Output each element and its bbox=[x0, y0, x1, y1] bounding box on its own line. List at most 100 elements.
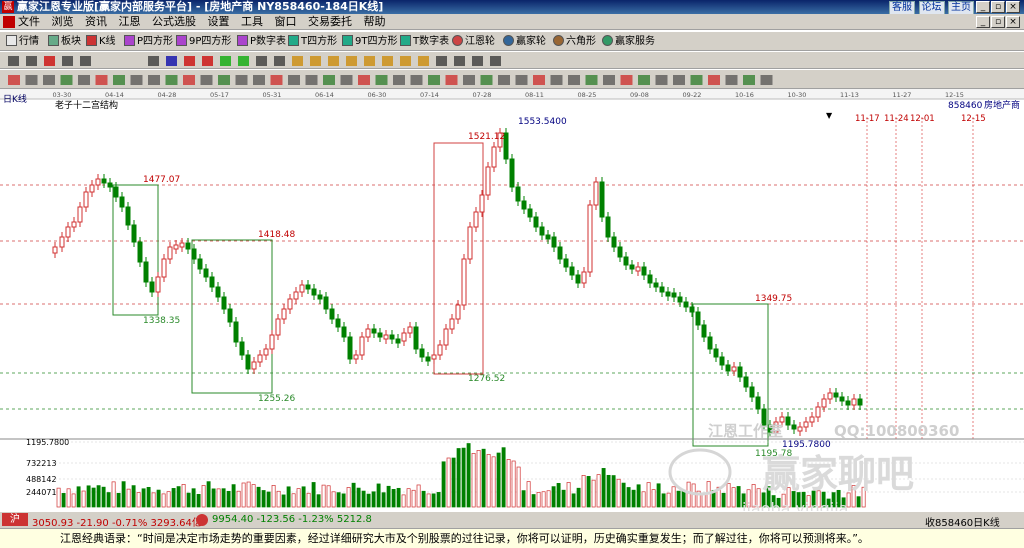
volume-bar bbox=[726, 483, 731, 508]
candle-body bbox=[287, 298, 293, 310]
period-label: 日K线 bbox=[3, 93, 27, 105]
period-tool-icon bbox=[274, 56, 285, 66]
volume-bar bbox=[301, 486, 306, 508]
candle-body bbox=[683, 301, 689, 308]
volume-bar bbox=[276, 490, 281, 508]
volume-bar bbox=[691, 483, 696, 508]
drawing-tool-icon bbox=[550, 75, 563, 85]
volume-bar bbox=[656, 483, 661, 508]
date-tick-label: 12-15 bbox=[945, 91, 964, 99]
volume-bar bbox=[91, 487, 96, 508]
volume-bar bbox=[141, 488, 146, 508]
candle-body bbox=[335, 318, 341, 328]
candle-body bbox=[251, 361, 257, 370]
menu-browse[interactable]: 浏览 bbox=[52, 15, 74, 29]
period-tool-icon bbox=[44, 56, 55, 66]
volume-bar bbox=[271, 485, 276, 508]
date-tick-label: 09-08 bbox=[630, 91, 649, 99]
volume-bar bbox=[71, 493, 76, 508]
tb-winner-wheel-button[interactable]: 赢家轮 bbox=[503, 34, 546, 49]
drawing-toolbar-icons[interactable] bbox=[0, 70, 1024, 90]
candle-body bbox=[395, 338, 401, 344]
kline-chart-area[interactable]: 03-30 04-14 04-28 05-17 05-31 06-14 06-30 07-14… bbox=[0, 89, 1024, 518]
9t-square-icon bbox=[342, 35, 353, 46]
candle-body bbox=[671, 292, 677, 298]
tb-sector-button[interactable]: 板块 bbox=[48, 34, 81, 49]
volume-bar bbox=[351, 482, 356, 508]
shanghai-index-icon[interactable]: 沪 bbox=[2, 513, 28, 526]
t-number-table-icon bbox=[400, 35, 411, 46]
candle-body bbox=[239, 341, 245, 356]
menu-settings[interactable]: 设置 bbox=[208, 15, 230, 29]
period-tool-icon bbox=[8, 56, 19, 66]
shenzhen-index-icon[interactable] bbox=[196, 514, 208, 526]
tb-p-square-button[interactable]: P四方形 bbox=[124, 34, 173, 49]
volume-bar bbox=[191, 488, 196, 508]
child-close-button[interactable]: × bbox=[1006, 16, 1020, 28]
volume-bar bbox=[161, 493, 166, 508]
volume-bar bbox=[131, 485, 136, 508]
menu-trade[interactable]: 交易委托 bbox=[308, 15, 352, 29]
volume-bar bbox=[261, 490, 266, 508]
candle-body bbox=[305, 284, 311, 290]
volume-bar bbox=[111, 481, 116, 508]
menu-gann[interactable]: 江恩 bbox=[119, 15, 141, 29]
volume-bar bbox=[396, 487, 401, 508]
tb-t-square-button[interactable]: T四方形 bbox=[288, 34, 337, 49]
candle-body bbox=[725, 364, 731, 372]
candle-body bbox=[203, 268, 209, 278]
tb-quotes-button[interactable]: 行情 bbox=[6, 34, 39, 49]
restore-button[interactable]: ▫ bbox=[991, 1, 1005, 13]
candle-body bbox=[617, 246, 623, 258]
candle-body bbox=[797, 426, 803, 432]
drawing-tool-icon bbox=[235, 75, 248, 85]
close-button[interactable]: × bbox=[1006, 1, 1020, 13]
kline-icon bbox=[86, 35, 97, 46]
tb-9t-square-button[interactable]: 9T四方形 bbox=[342, 34, 397, 49]
candle-body bbox=[107, 182, 113, 188]
menu-help[interactable]: 帮助 bbox=[364, 15, 386, 29]
tb-winner-service-button[interactable]: 赢家服务 bbox=[602, 34, 655, 49]
tb-p-number-table-button[interactable]: P数字表 bbox=[237, 34, 286, 49]
tb-hexagon-button[interactable]: 六角形 bbox=[553, 34, 596, 49]
date-tick-label: 04-14 bbox=[105, 91, 124, 99]
gann-wheel-icon bbox=[452, 35, 463, 46]
service-link[interactable]: 客服 bbox=[889, 1, 915, 15]
period-toolbar-icons[interactable] bbox=[0, 52, 1024, 70]
child-minimize-button[interactable]: _ bbox=[976, 16, 990, 28]
volume-bar bbox=[546, 490, 551, 508]
candle-body bbox=[575, 274, 581, 284]
candle-body bbox=[629, 264, 635, 270]
volume-bar bbox=[511, 460, 516, 508]
volume-bar bbox=[296, 488, 301, 508]
menu-window[interactable]: 窗口 bbox=[275, 15, 297, 29]
tb-9p-square-button[interactable]: 9P四方形 bbox=[176, 34, 231, 49]
tb-t-number-table-button[interactable]: T数字表 bbox=[400, 34, 449, 49]
candle-body bbox=[173, 244, 179, 250]
indicator-label: 老子十二宫结构 bbox=[55, 99, 118, 111]
candle-body bbox=[659, 286, 665, 293]
menu-file[interactable]: 文件 bbox=[18, 15, 40, 29]
tb-kline-button[interactable]: K线 bbox=[86, 34, 116, 49]
candle-body bbox=[485, 166, 491, 196]
period-tool-icon bbox=[202, 56, 213, 66]
homepage-link[interactable]: 主页 bbox=[948, 1, 974, 15]
candle-body bbox=[665, 291, 671, 297]
kline-chart[interactable]: 03-30 04-14 04-28 05-17 05-31 06-14 06-30 07-14… bbox=[0, 89, 1024, 518]
menu-info[interactable]: 资讯 bbox=[85, 15, 107, 29]
menu-formula-select[interactable]: 公式选股 bbox=[152, 15, 196, 29]
tb-gann-wheel-button[interactable]: 江恩轮 bbox=[452, 34, 495, 49]
period-tool-icon bbox=[184, 56, 195, 66]
volume-tick-label: 732213 bbox=[26, 459, 57, 468]
drawing-tool-icon bbox=[358, 75, 370, 85]
drawing-tool-icon bbox=[148, 75, 160, 85]
drawing-tool-icon bbox=[8, 75, 20, 85]
candle-body bbox=[359, 336, 365, 356]
candle-body bbox=[521, 200, 527, 210]
volume-bar bbox=[441, 461, 446, 508]
child-restore-button[interactable]: ▫ bbox=[991, 16, 1005, 28]
period-tool-icon bbox=[400, 56, 411, 66]
forum-link[interactable]: 论坛 bbox=[918, 1, 945, 15]
menu-tools[interactable]: 工具 bbox=[241, 15, 263, 29]
minimize-button[interactable]: _ bbox=[976, 1, 990, 13]
